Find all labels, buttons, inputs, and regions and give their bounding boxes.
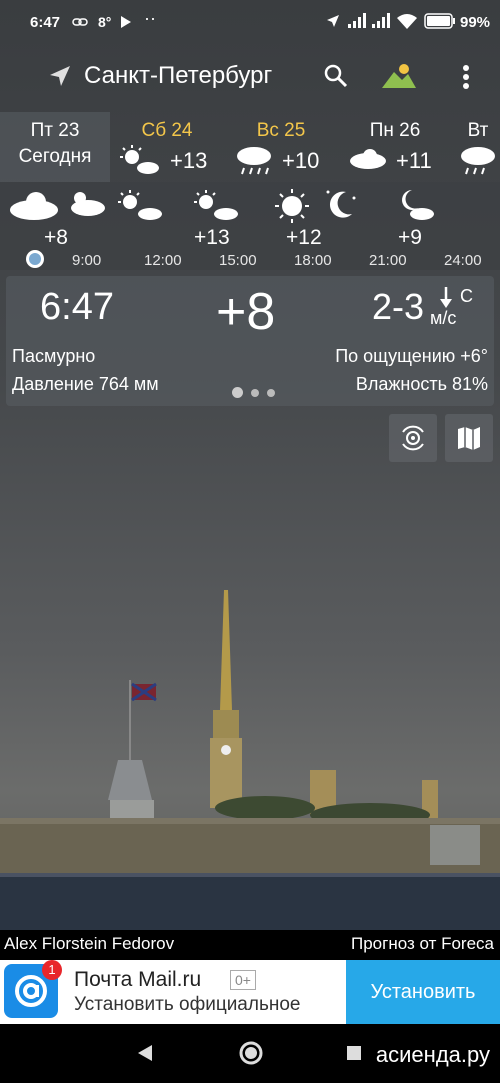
days-row: Пт 23 Сегодня Сб 24 +13 Вс 25 +10 Пн 26 … [0, 112, 500, 182]
day-tab-mon[interactable]: Пн 26 +11 [340, 112, 450, 182]
app-header: Санкт-Петербург [0, 52, 500, 102]
cloud-icon [10, 192, 58, 220]
fortress-scene [0, 590, 500, 930]
hour-label: 9:00 [72, 252, 102, 269]
day-name: Сб 24 [141, 120, 193, 141]
sun-cloud-icon [120, 145, 159, 174]
at-icon [15, 975, 47, 1007]
day-sub: Сегодня [18, 146, 92, 167]
search-icon[interactable] [324, 64, 348, 88]
map-button[interactable] [445, 414, 493, 462]
photo-author[interactable]: Alex Florstein Fedorov [4, 934, 174, 954]
recents-icon[interactable] [346, 1045, 362, 1061]
status-bar: 6:47 8° ·· 99% [0, 0, 500, 44]
back-icon[interactable] [136, 1044, 154, 1062]
location-arrow-icon [327, 15, 339, 27]
status-time: 6:47 [30, 14, 61, 31]
day-name: Вс 25 [256, 120, 306, 141]
forecast-source[interactable]: Прогноз от Foreca [351, 934, 494, 954]
hour-label: 18:00 [294, 252, 332, 269]
day-temp: +13 [170, 148, 208, 173]
sun-cloud-icon [118, 190, 162, 220]
moon-icon [326, 190, 356, 218]
day-temp: +10 [282, 148, 320, 173]
wind-speed: 2-3 [372, 286, 425, 327]
wifi-icon [397, 14, 417, 29]
menu-icon[interactable] [462, 64, 470, 90]
ad-subtitle: Установить официальное [74, 994, 301, 1015]
ad-title: Почта Mail.ru [74, 968, 202, 991]
hour-label: 12:00 [144, 252, 182, 269]
hour-label: 21:00 [369, 252, 407, 269]
map-icon [458, 427, 480, 450]
cloud-icon [350, 149, 386, 169]
age-rating: 0+ [230, 970, 256, 990]
rain-icon [237, 147, 271, 175]
city-name[interactable]: Санкт-Петербург [84, 62, 272, 90]
signal-2-icon [372, 13, 390, 28]
condition-text: Пасмурно [12, 346, 96, 366]
navigation-bar: асиенда.ру [0, 1024, 500, 1083]
current-time-marker [26, 250, 44, 268]
current-temp: +8 [216, 283, 276, 341]
hour-temp: +13 [194, 226, 230, 249]
rain-icon [461, 147, 495, 175]
watermark: асиенда.ру [375, 1042, 490, 1067]
home-icon[interactable] [238, 1040, 264, 1066]
feels-like: По ощущению +6° [335, 346, 488, 366]
page-indicator [232, 384, 283, 402]
day-tab-tue[interactable]: Вт [456, 112, 500, 182]
day-tab-sun[interactable]: Вс 25 +10 [226, 112, 336, 182]
hourly-forecast: +8 +13 +12 +9 9:00 12:00 15:00 18:00 21:… [0, 182, 500, 270]
wallpaper-icon[interactable] [380, 62, 418, 90]
day-name: Пн 26 [369, 120, 421, 141]
notification-badge: 1 [42, 960, 62, 980]
sun-cloud-icon [194, 190, 238, 220]
radar-icon [402, 425, 424, 451]
hour-label: 24:00 [444, 252, 482, 269]
battery-percent: 99% [460, 14, 491, 31]
sun-icon [275, 189, 309, 223]
day-name: Пт 23 [30, 120, 80, 141]
day-name: Вт [467, 120, 489, 141]
photo-credits-bar: Alex Florstein Fedorov Прогноз от Foreca [0, 930, 500, 960]
link-icon [72, 18, 88, 26]
humidity: Влажность 81% [355, 374, 488, 394]
wind-unit: м/с [430, 308, 457, 328]
install-button[interactable]: Установить [346, 960, 500, 1024]
ad-banner[interactable]: 1 Почта Mail.ru 0+ Установить официально… [0, 960, 500, 1024]
current-time: 6:47 [40, 286, 114, 328]
hour-label: 15:00 [219, 252, 257, 269]
day-temp: +11 [396, 148, 432, 173]
location-icon[interactable] [48, 64, 72, 88]
hour-temp: +12 [286, 226, 322, 249]
current-weather-card[interactable]: 6:47 +8 2-3 С м/с Пасмурно По ощущению +… [6, 276, 494, 406]
day-tab-sat[interactable]: Сб 24 +13 [112, 112, 222, 182]
moon-cloud-icon [402, 190, 434, 220]
day-tab-today[interactable]: Пт 23 Сегодня [0, 112, 110, 182]
wind-direction: С [460, 286, 473, 306]
play-icon [121, 16, 131, 28]
sun-cloud-icon [71, 192, 105, 216]
wind-direction-icon [440, 287, 452, 308]
signal-icon [348, 13, 366, 28]
more-dots-icon: ·· [144, 8, 156, 28]
battery-icon [424, 13, 455, 29]
radar-button[interactable] [389, 414, 437, 462]
pressure: Давление 764 мм [12, 374, 159, 394]
hour-temp: +8 [44, 226, 68, 249]
hour-temp: +9 [398, 226, 422, 249]
status-temp: 8° [98, 14, 112, 30]
